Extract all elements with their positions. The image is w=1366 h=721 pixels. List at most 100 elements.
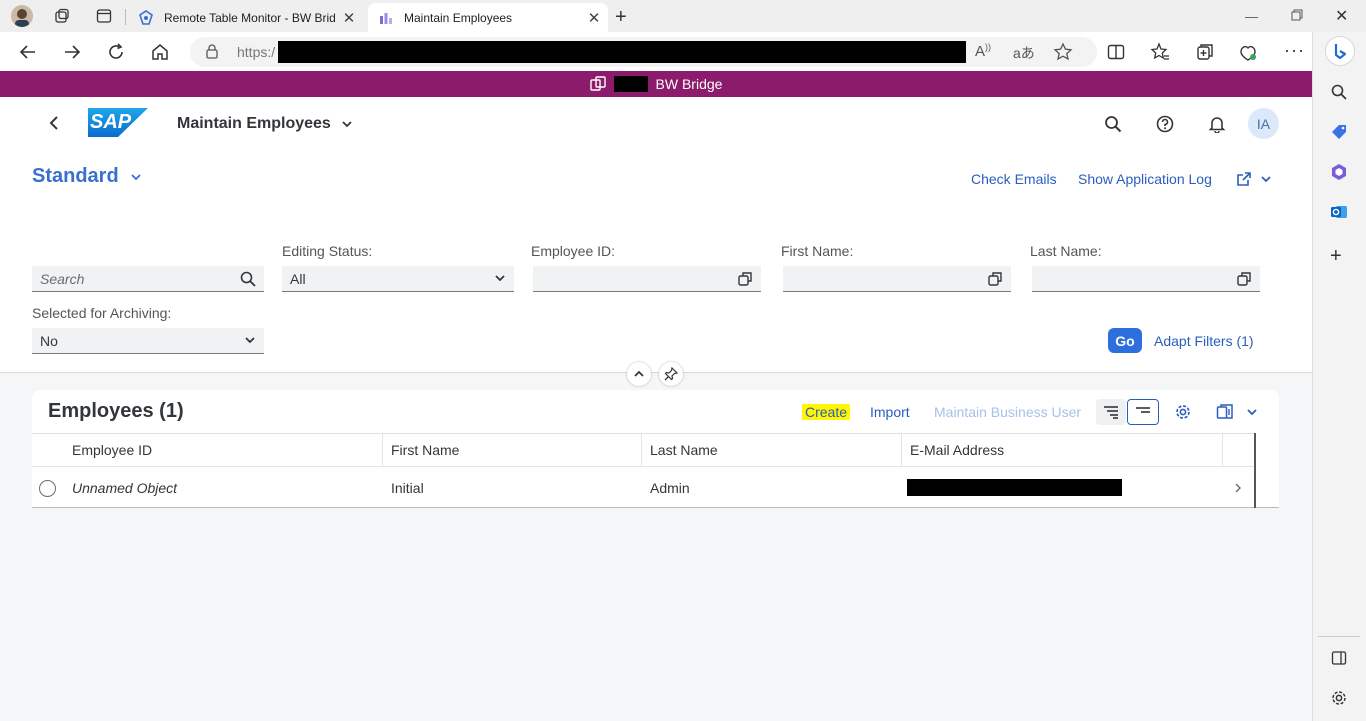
favorites-icon[interactable]: [1150, 42, 1170, 62]
go-button[interactable]: Go: [1108, 328, 1142, 353]
pin-icon: [664, 367, 678, 381]
tab-divider: [125, 9, 126, 25]
back-icon[interactable]: [18, 42, 38, 62]
value-help-icon[interactable]: [737, 271, 753, 287]
share-icon: [1236, 171, 1252, 187]
refresh-icon[interactable]: [106, 42, 126, 62]
translate-icon[interactable]: aあ: [1013, 43, 1035, 63]
home-icon[interactable]: [150, 42, 170, 62]
performance-icon[interactable]: [1238, 42, 1258, 62]
sort-button[interactable]: [1096, 399, 1126, 425]
url-text: https:/: [237, 44, 276, 60]
cell-email-redaction: [907, 479, 1122, 496]
archiving-value: No: [40, 332, 58, 349]
tab-actions-icon[interactable]: [96, 8, 112, 24]
row-navigation-icon[interactable]: [1233, 482, 1243, 494]
close-icon[interactable]: ✕: [335, 9, 363, 27]
copilot-icon[interactable]: [1325, 36, 1355, 66]
employee-id-label: Employee ID:: [531, 243, 616, 259]
value-help-icon[interactable]: [987, 271, 1003, 287]
close-icon[interactable]: ✕: [580, 9, 608, 27]
column-header-email[interactable]: E-Mail Address: [910, 442, 1004, 458]
search-icon[interactable]: [240, 271, 256, 287]
tenant-label: BW Bridge: [655, 76, 723, 92]
pin-header-button[interactable]: [659, 362, 683, 386]
chevron-down-icon: [494, 273, 506, 283]
new-tab-icon[interactable]: +: [615, 6, 627, 29]
editing-status-value: All: [290, 270, 306, 287]
sap-logo[interactable]: SAP: [88, 108, 148, 137]
close-window-icon[interactable]: ✕: [1335, 6, 1348, 26]
chevron-down-icon: [1246, 407, 1258, 417]
table-scrollbar[interactable]: [1254, 433, 1256, 508]
profile-icon: [15, 9, 29, 27]
column-header-first-name[interactable]: First Name: [391, 442, 459, 458]
more-options-icon[interactable]: ···: [1284, 40, 1305, 61]
add-sidebar-app-icon[interactable]: +: [1330, 245, 1342, 268]
minimize-icon[interactable]: —: [1245, 9, 1258, 24]
app-title-text: Maintain Employees: [177, 115, 331, 132]
archiving-select[interactable]: No: [32, 328, 264, 354]
forward-icon[interactable]: [62, 42, 82, 62]
column-divider: [382, 434, 383, 466]
shopping-tag-icon[interactable]: [1330, 123, 1348, 141]
hide-sidebar-icon[interactable]: [1331, 650, 1347, 666]
sap-logo-text: SAP: [90, 111, 132, 133]
shell-search-icon[interactable]: [1104, 115, 1122, 133]
create-button[interactable]: Create: [802, 404, 851, 420]
lock-icon[interactable]: [204, 43, 220, 59]
app-title[interactable]: Maintain Employees: [177, 115, 353, 133]
row-select-radio[interactable]: [39, 480, 56, 497]
restore-icon[interactable]: [1291, 9, 1303, 21]
favorite-star-icon[interactable]: [1053, 42, 1073, 62]
sort-icon: [1103, 405, 1119, 419]
shell-back-icon[interactable]: [46, 114, 62, 132]
group-button[interactable]: [1127, 399, 1159, 425]
office-icon[interactable]: [1330, 163, 1348, 181]
read-aloud-icon[interactable]: A)): [975, 42, 991, 60]
outlook-icon[interactable]: [1330, 203, 1348, 221]
tab-remote-table-monitor[interactable]: Remote Table Monitor - BW Bridge ✕: [128, 3, 363, 32]
search-input[interactable]: Search: [32, 266, 264, 292]
first-name-field[interactable]: [783, 266, 1011, 292]
collections-icon[interactable]: [1195, 42, 1215, 62]
column-header-last-name[interactable]: Last Name: [650, 442, 718, 458]
export-excel-icon: [1216, 403, 1234, 421]
bw-bridge-favicon-icon: [138, 9, 154, 26]
workspaces-icon[interactable]: [54, 8, 70, 24]
last-name-label: Last Name:: [1030, 243, 1102, 259]
editing-status-select[interactable]: All: [282, 266, 514, 292]
last-name-field[interactable]: [1032, 266, 1260, 292]
employee-id-field[interactable]: [533, 266, 761, 292]
column-header-employee-id[interactable]: Employee ID: [72, 442, 152, 458]
check-emails-link[interactable]: Check Emails: [971, 171, 1057, 187]
profile-avatar[interactable]: [11, 5, 33, 27]
export-menu-button[interactable]: [1216, 403, 1258, 421]
split-screen-icon[interactable]: [1106, 42, 1126, 62]
tenant-name-redaction: [613, 76, 648, 92]
url-redaction: [278, 41, 966, 63]
column-divider: [641, 434, 642, 466]
help-icon[interactable]: [1156, 115, 1174, 133]
column-divider: [901, 434, 902, 466]
chevron-down-icon: [130, 172, 142, 182]
notifications-icon[interactable]: [1208, 115, 1226, 133]
search-icon[interactable]: [1330, 83, 1348, 101]
collapse-header-button[interactable]: [627, 362, 651, 386]
archiving-label: Selected for Archiving:: [32, 305, 172, 321]
show-application-log-link[interactable]: Show Application Log: [1078, 171, 1212, 187]
tab-maintain-employees[interactable]: Maintain Employees ✕: [368, 3, 608, 32]
share-menu-button[interactable]: [1236, 171, 1272, 187]
import-button[interactable]: Import: [870, 404, 910, 420]
value-help-icon[interactable]: [1236, 271, 1252, 287]
tenant-icon: [589, 76, 606, 92]
adapt-filters-button[interactable]: Adapt Filters (1): [1154, 333, 1254, 349]
user-avatar[interactable]: IA: [1248, 108, 1279, 139]
table-settings-icon[interactable]: [1174, 403, 1192, 421]
chevron-down-icon: [1260, 174, 1272, 184]
chevron-up-icon: [633, 369, 645, 379]
variant-selector[interactable]: Standard: [32, 165, 142, 188]
settings-icon[interactable]: [1330, 689, 1348, 707]
first-name-label: First Name:: [781, 243, 854, 259]
maintain-business-user-button[interactable]: Maintain Business User: [934, 404, 1081, 420]
